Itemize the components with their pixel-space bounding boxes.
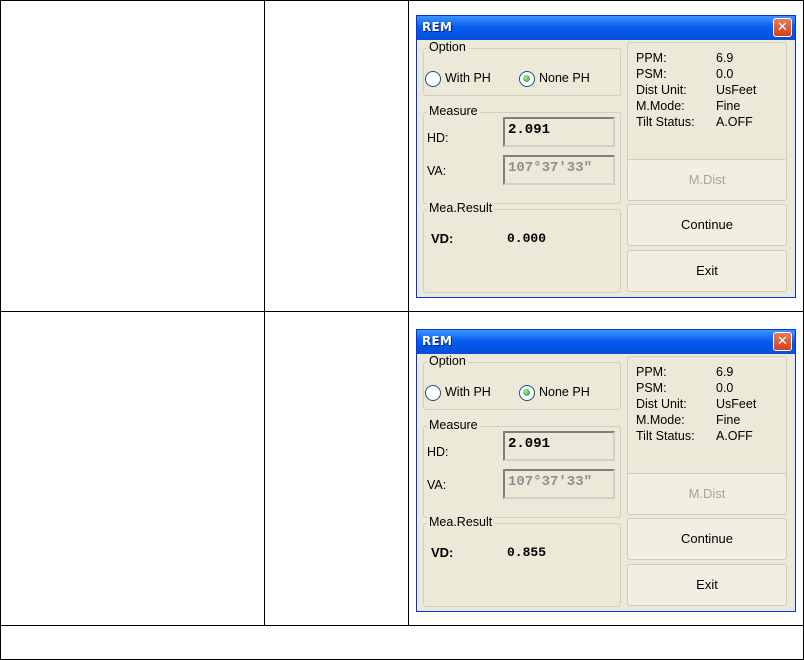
tilt-status-label: Tilt Status:	[636, 115, 695, 129]
vd-value: 0.855	[507, 545, 547, 560]
vd-label: VD:	[431, 545, 454, 560]
mea-result-group-label: Mea.Result	[427, 515, 495, 529]
mea-result-group-label: Mea.Result	[427, 201, 495, 215]
exit-button[interactable]: Exit	[627, 250, 787, 292]
with-ph-label[interactable]: With PH	[445, 385, 491, 399]
va-label: VA:	[427, 478, 447, 492]
mdist-button: M.Dist	[627, 159, 787, 201]
rem-dialog: REM ✕ Option With PH None PH Measure HD:…	[416, 15, 796, 298]
table-row-divider	[0, 625, 804, 626]
dist-unit-value: UsFeet	[716, 397, 757, 411]
continue-button[interactable]: Continue	[627, 204, 787, 246]
psm-value: 0.0	[716, 67, 734, 81]
continue-button[interactable]: Continue	[627, 518, 787, 560]
hd-field[interactable]: 2.091	[503, 431, 615, 461]
psm-label: PSM:	[636, 381, 667, 395]
tilt-status-value: A.OFF	[716, 429, 753, 443]
dialog-title: REM	[422, 334, 453, 348]
va-field: 107°37′33″	[503, 469, 615, 499]
tilt-status-label: Tilt Status:	[636, 429, 695, 443]
table-row-divider	[0, 311, 804, 312]
mea-result-group: Mea.Result	[423, 201, 621, 293]
table-border-left	[0, 0, 1, 660]
with-ph-radio[interactable]	[425, 71, 441, 87]
with-ph-radio[interactable]	[425, 385, 441, 401]
none-ph-radio[interactable]	[519, 71, 535, 87]
table-column-divider	[264, 0, 265, 626]
mmode-value: Fine	[716, 413, 741, 427]
dialog-titlebar: REM ✕	[417, 16, 795, 40]
close-icon[interactable]: ✕	[773, 18, 792, 37]
mmode-label: M.Mode:	[636, 413, 685, 427]
va-field: 107°37′33″	[503, 155, 615, 185]
va-label: VA:	[427, 164, 447, 178]
table-border-top	[0, 0, 804, 1]
dist-unit-value: UsFeet	[716, 83, 757, 97]
option-group-label: Option	[427, 354, 468, 368]
measure-group-label: Measure	[427, 418, 480, 432]
mmode-value: Fine	[716, 99, 741, 113]
ppm-value: 6.9	[716, 365, 734, 379]
mdist-button: M.Dist	[627, 473, 787, 515]
exit-button[interactable]: Exit	[627, 564, 787, 606]
hd-field[interactable]: 2.091	[503, 117, 615, 147]
close-icon[interactable]: ✕	[773, 332, 792, 351]
ppm-value: 6.9	[716, 51, 734, 65]
measure-group-label: Measure	[427, 104, 480, 118]
radio-selected-dot	[523, 75, 530, 82]
none-ph-radio[interactable]	[519, 385, 535, 401]
none-ph-label[interactable]: None PH	[539, 385, 590, 399]
psm-label: PSM:	[636, 67, 667, 81]
dist-unit-label: Dist Unit:	[636, 397, 687, 411]
dialog-titlebar: REM ✕	[417, 330, 795, 354]
vd-label: VD:	[431, 231, 454, 246]
radio-selected-dot	[523, 389, 530, 396]
mmode-label: M.Mode:	[636, 99, 685, 113]
status-panel: PPM: 6.9 PSM: 0.0 Dist Unit: UsFeet M.Mo…	[627, 42, 787, 172]
dist-unit-label: Dist Unit:	[636, 83, 687, 97]
hd-label: HD:	[427, 445, 449, 459]
mea-result-group: Mea.Result	[423, 515, 621, 607]
vd-value: 0.000	[507, 231, 547, 246]
none-ph-label[interactable]: None PH	[539, 71, 590, 85]
hd-label: HD:	[427, 131, 449, 145]
ppm-label: PPM:	[636, 365, 667, 379]
dialog-title: REM	[422, 20, 453, 34]
with-ph-label[interactable]: With PH	[445, 71, 491, 85]
tilt-status-value: A.OFF	[716, 115, 753, 129]
table-column-divider	[408, 0, 409, 626]
ppm-label: PPM:	[636, 51, 667, 65]
psm-value: 0.0	[716, 381, 734, 395]
status-panel: PPM: 6.9 PSM: 0.0 Dist Unit: UsFeet M.Mo…	[627, 356, 787, 486]
rem-dialog: REM ✕ Option With PH None PH Measure HD:…	[416, 329, 796, 612]
option-group-label: Option	[427, 40, 468, 54]
